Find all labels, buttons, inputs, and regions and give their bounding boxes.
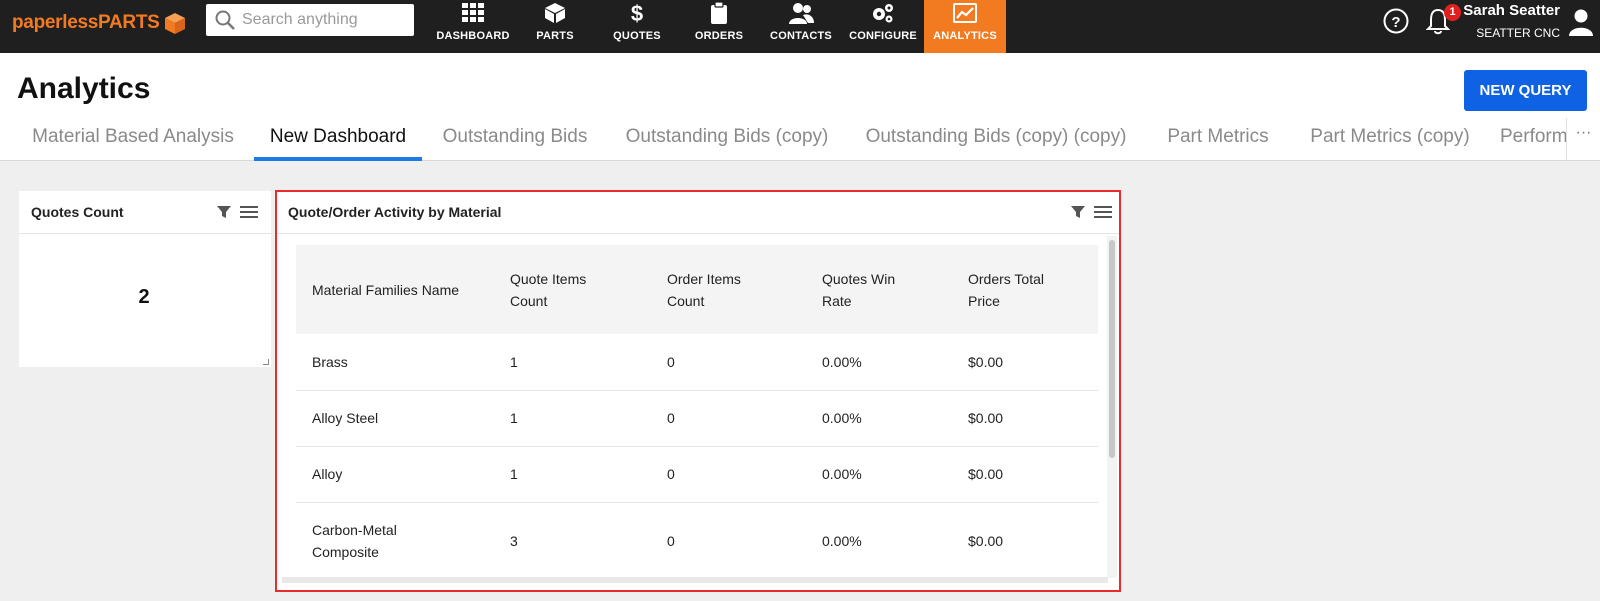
table-cell: 0 bbox=[651, 502, 806, 581]
tab-performance[interactable]: Performance bbox=[1500, 118, 1566, 161]
widget-divider bbox=[276, 233, 1120, 234]
table-cell: 3 bbox=[494, 502, 651, 581]
table-cell-text: Carbon-Metal Composite bbox=[312, 522, 397, 560]
search-icon bbox=[215, 10, 235, 30]
filter-icon[interactable] bbox=[1070, 204, 1086, 220]
table-cell: Alloy bbox=[296, 446, 494, 503]
quotes-count-widget: Quotes Count 2 bbox=[19, 191, 271, 367]
tab-outstanding-bids[interactable]: Outstanding Bids bbox=[438, 118, 592, 161]
svg-text:?: ? bbox=[1391, 14, 1400, 31]
table-cell: 1 bbox=[494, 390, 651, 447]
user-name[interactable]: Sarah Seatter bbox=[1463, 2, 1560, 19]
tab-new-dashboard[interactable]: New Dashboard bbox=[254, 118, 422, 161]
column-header[interactable]: Material Families Name bbox=[296, 245, 494, 334]
table-cell: $0.00 bbox=[952, 502, 1098, 581]
table-cell: 1 bbox=[494, 446, 651, 503]
nav-analytics[interactable]: ANALYTICS bbox=[924, 0, 1006, 53]
column-header-label: Order Items Count bbox=[667, 270, 741, 309]
tab-part-metrics[interactable]: Part Metrics bbox=[1160, 118, 1276, 161]
dashboard-tabs: Material Based Analysis New Dashboard Ou… bbox=[0, 118, 1566, 161]
new-query-button[interactable]: NEW QUERY bbox=[1464, 70, 1587, 111]
table-row: Alloy 1 0 0.00% $0.00 bbox=[296, 446, 1098, 503]
column-header-label: Quotes Win Rate bbox=[822, 270, 896, 309]
tab-outstanding-bids-copy-copy[interactable]: Outstanding Bids (copy) (copy) bbox=[862, 118, 1130, 161]
tab-outstanding-bids-copy[interactable]: Outstanding Bids (copy) bbox=[620, 118, 834, 161]
quotes-count-value: 2 bbox=[138, 286, 150, 308]
column-header-label: Orders Total Price bbox=[968, 270, 1044, 309]
nav-dashboard[interactable]: DASHBOARD bbox=[432, 0, 514, 53]
table-cell: 0.00% bbox=[806, 502, 952, 581]
nav-label: CONFIGURE bbox=[849, 30, 917, 42]
user-company: SEATTER CNC bbox=[1476, 26, 1560, 40]
column-header[interactable]: Orders Total Price bbox=[952, 245, 1098, 334]
scrollbar-thumb[interactable] bbox=[1109, 240, 1115, 458]
column-header[interactable]: Quote Items Count bbox=[494, 245, 651, 334]
avatar-icon[interactable] bbox=[1568, 8, 1594, 36]
table-cell: 0 bbox=[651, 334, 806, 391]
nav-label: ORDERS bbox=[694, 30, 744, 42]
table-cell: 0.00% bbox=[806, 334, 952, 391]
widget-title: Quote/Order Activity by Material bbox=[288, 204, 502, 220]
table-cell: 0.00% bbox=[806, 390, 952, 447]
tabs-more-button[interactable]: ··· bbox=[1566, 118, 1600, 160]
nav-label: PARTS bbox=[536, 30, 574, 42]
dollar-icon: $ bbox=[596, 1, 678, 25]
clipboard-icon bbox=[678, 1, 760, 25]
table-row: Carbon-Metal Composite 3 0 0.00% $0.00 bbox=[296, 502, 1098, 581]
tab-material-based-analysis[interactable]: Material Based Analysis bbox=[28, 118, 238, 161]
nav-quotes[interactable]: $ QUOTES bbox=[596, 0, 678, 53]
widget-divider bbox=[19, 233, 271, 234]
gears-icon bbox=[842, 1, 924, 25]
search-input[interactable] bbox=[242, 11, 407, 29]
widget-title: Quotes Count bbox=[31, 204, 124, 220]
table-header-row: Material Families Name Quote Items Count… bbox=[296, 245, 1098, 334]
nav-label: ANALYTICS bbox=[933, 30, 997, 42]
logo[interactable]: paperlessPARTS bbox=[12, 9, 187, 37]
table-cell: $0.00 bbox=[952, 390, 1098, 447]
activity-table-container: Material Families Name Quote Items Count… bbox=[296, 245, 1098, 590]
table-cell: 0.00% bbox=[806, 446, 952, 503]
svg-text:$: $ bbox=[631, 1, 643, 25]
column-header[interactable]: Order Items Count bbox=[651, 245, 806, 334]
column-header-label: Quote Items Count bbox=[510, 270, 587, 309]
nav-label: QUOTES bbox=[613, 30, 661, 42]
menu-icon[interactable] bbox=[1094, 204, 1112, 220]
search-box[interactable] bbox=[206, 4, 414, 36]
tab-part-metrics-copy[interactable]: Part Metrics (copy) bbox=[1302, 118, 1478, 161]
column-header[interactable]: Quotes Win Rate bbox=[806, 245, 952, 334]
page-title: Analytics bbox=[17, 72, 151, 105]
grid-icon bbox=[432, 1, 514, 25]
table-cell: Alloy Steel bbox=[296, 390, 494, 447]
activity-widget: Quote/Order Activity by Material Materia… bbox=[276, 191, 1120, 591]
activity-table: Material Families Name Quote Items Count… bbox=[296, 245, 1098, 581]
horizontal-scrollbar[interactable] bbox=[282, 577, 1108, 583]
notification-badge: 1 bbox=[1444, 4, 1461, 21]
table-cell: Carbon-Metal Composite bbox=[296, 502, 494, 581]
nav-contacts[interactable]: CONTACTS bbox=[760, 0, 842, 53]
cube-icon bbox=[514, 1, 596, 25]
nav-parts[interactable]: PARTS bbox=[514, 0, 596, 53]
people-icon bbox=[760, 1, 842, 25]
table-cell: 0 bbox=[651, 390, 806, 447]
table-cell: 0 bbox=[651, 446, 806, 503]
table-cell: 1 bbox=[494, 334, 651, 391]
table-cell: $0.00 bbox=[952, 446, 1098, 503]
nav-label: CONTACTS bbox=[770, 30, 832, 42]
menu-icon[interactable] bbox=[240, 204, 258, 220]
logo-text: paperlessPARTS bbox=[12, 12, 160, 33]
help-icon[interactable]: ? bbox=[1383, 8, 1409, 34]
filter-icon[interactable] bbox=[216, 204, 232, 220]
resize-handle[interactable] bbox=[263, 359, 269, 365]
table-row: Brass 1 0 0.00% $0.00 bbox=[296, 334, 1098, 391]
top-navbar: paperlessPARTS DASHBOARD bbox=[0, 0, 1600, 53]
table-cell: $0.00 bbox=[952, 334, 1098, 391]
nav-configure[interactable]: CONFIGURE bbox=[842, 0, 924, 53]
table-row: Alloy Steel 1 0 0.00% $0.00 bbox=[296, 390, 1098, 447]
table-cell: Brass bbox=[296, 334, 494, 391]
nav-label: DASHBOARD bbox=[436, 30, 510, 42]
chart-line-icon bbox=[924, 1, 1006, 25]
nav-orders[interactable]: ORDERS bbox=[678, 0, 760, 53]
logo-cube-icon bbox=[163, 11, 187, 35]
